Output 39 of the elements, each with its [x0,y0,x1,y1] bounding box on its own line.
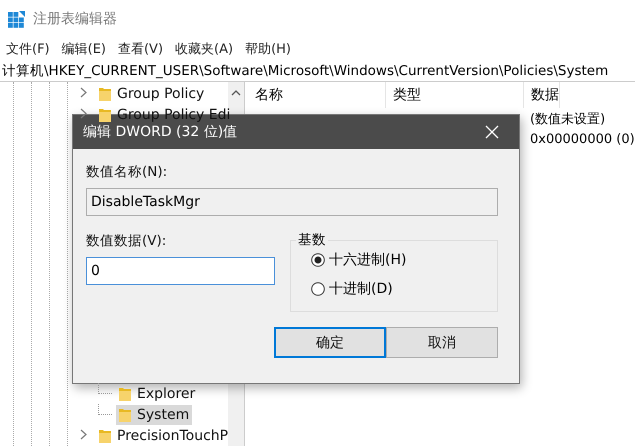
chevron-icon[interactable] [80,429,87,440]
radio-label[interactable]: 十六进制(H) [329,251,406,269]
value-name-field: DisableTaskMgr [86,188,498,216]
table-cell-text: (数值未设置) [530,110,606,128]
column-header[interactable]: 数据 [531,86,559,104]
menu-item[interactable]: 文件(F) [6,40,50,58]
menu-item[interactable]: 收藏夹(A) [175,40,234,58]
menu-item[interactable]: 帮助(H) [245,40,291,58]
radio-button[interactable] [311,282,325,296]
dialog-button[interactable]: 确定 [274,327,386,358]
close-icon[interactable] [485,125,499,139]
window-title: 注册表编辑器 [33,10,117,28]
radio-button[interactable] [311,253,325,267]
column-header[interactable]: 名称 [255,86,283,104]
chevron-icon[interactable] [80,108,87,119]
value-data-field[interactable]: 0 [86,257,275,285]
menu-item[interactable]: 编辑(E) [62,40,106,58]
menu-item[interactable]: 查看(V) [118,40,164,58]
folder-icon [98,106,112,122]
chevron-icon[interactable] [80,87,87,98]
dialog-title: 编辑 DWORD (32 位)值 [83,123,238,141]
tree-item[interactable]: PrecisionTouchP [96,426,232,446]
field-label: 数值数据(V): [86,232,168,250]
scroll-up-icon[interactable] [231,90,241,96]
dialog-button[interactable]: 取消 [386,327,498,358]
app-icon [8,10,25,28]
radio-label[interactable]: 十进制(D) [329,280,393,298]
column-header[interactable]: 类型 [393,86,421,104]
table-cell: 0x00000000 (0) [530,132,635,147]
tree-item[interactable]: Explorer [116,384,198,404]
address-bar[interactable]: 计算机\HKEY_CURRENT_USER\Software\Microsoft\Windows\CurrentVersion\Policies\System [2,62,608,80]
folder-icon [118,386,132,402]
tree-item[interactable]: Group Policy [96,84,208,104]
folder-icon [98,428,112,444]
field-label: 数值名称(N): [86,163,168,181]
folder-icon [118,406,132,422]
folder-icon [98,86,112,102]
group-label: 基数 [296,231,328,249]
tree-item[interactable]: System [116,404,192,424]
